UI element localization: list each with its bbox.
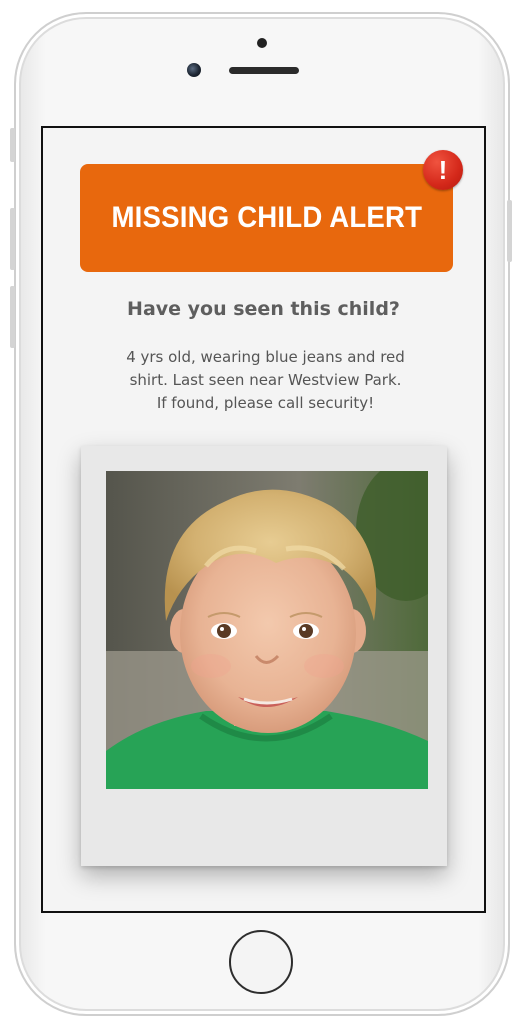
proximity-sensor (257, 38, 267, 48)
mute-switch (10, 128, 15, 162)
power-button (507, 200, 512, 262)
question-heading: Have you seen this child? (127, 298, 400, 320)
description-line: shirt. Last seen near Westview Park. (129, 371, 402, 389)
front-camera-icon (187, 63, 201, 77)
volume-down-button (10, 286, 15, 348)
earpiece-speaker (229, 67, 299, 74)
alert-title: MISSING CHILD ALERT (111, 201, 422, 234)
missing-child-alert-banner: MISSING CHILD ALERT (80, 164, 453, 272)
child-portrait-icon (106, 471, 428, 789)
exclamation-icon: ! (423, 150, 463, 190)
description-line: 4 yrs old, wearing blue jeans and red (126, 348, 405, 366)
description-line: If found, please call security! (156, 394, 375, 412)
volume-up-button (10, 208, 15, 270)
child-description: 4 yrs old, wearing blue jeans and red sh… (73, 346, 458, 415)
polaroid-frame (81, 446, 447, 866)
home-button[interactable] (229, 930, 293, 994)
phone-screen: MISSING CHILD ALERT ! Have you seen this… (41, 126, 486, 913)
child-photo (106, 471, 428, 789)
